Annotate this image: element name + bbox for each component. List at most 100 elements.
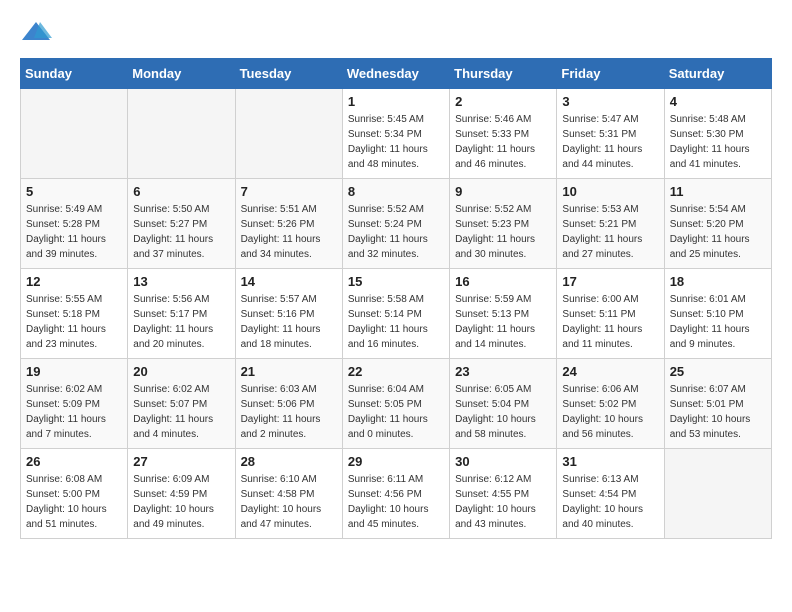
day-number: 17 bbox=[562, 274, 658, 289]
day-number: 10 bbox=[562, 184, 658, 199]
day-number: 25 bbox=[670, 364, 766, 379]
day-info: Sunrise: 6:01 AM Sunset: 5:10 PM Dayligh… bbox=[670, 292, 766, 352]
day-info: Sunrise: 5:46 AM Sunset: 5:33 PM Dayligh… bbox=[455, 112, 551, 172]
day-info: Sunrise: 5:47 AM Sunset: 5:31 PM Dayligh… bbox=[562, 112, 658, 172]
logo-icon bbox=[20, 20, 52, 42]
calendar-week-3: 12 Sunrise: 5:55 AM Sunset: 5:18 PM Dayli… bbox=[21, 269, 772, 359]
day-number: 26 bbox=[26, 454, 122, 469]
weekday-header-friday: Friday bbox=[557, 59, 664, 89]
day-info: Sunrise: 6:09 AM Sunset: 4:59 PM Dayligh… bbox=[133, 472, 229, 532]
calendar-cell bbox=[128, 89, 235, 179]
day-info: Sunrise: 5:50 AM Sunset: 5:27 PM Dayligh… bbox=[133, 202, 229, 262]
calendar-cell: 22 Sunrise: 6:04 AM Sunset: 5:05 PM Dayli… bbox=[342, 359, 449, 449]
day-number: 12 bbox=[26, 274, 122, 289]
day-number: 22 bbox=[348, 364, 444, 379]
calendar-cell: 23 Sunrise: 6:05 AM Sunset: 5:04 PM Dayli… bbox=[450, 359, 557, 449]
calendar-cell: 15 Sunrise: 5:58 AM Sunset: 5:14 PM Dayli… bbox=[342, 269, 449, 359]
weekday-header-thursday: Thursday bbox=[450, 59, 557, 89]
day-info: Sunrise: 5:57 AM Sunset: 5:16 PM Dayligh… bbox=[241, 292, 337, 352]
day-info: Sunrise: 6:04 AM Sunset: 5:05 PM Dayligh… bbox=[348, 382, 444, 442]
day-number: 1 bbox=[348, 94, 444, 109]
calendar-cell bbox=[21, 89, 128, 179]
day-number: 13 bbox=[133, 274, 229, 289]
calendar-cell: 13 Sunrise: 5:56 AM Sunset: 5:17 PM Dayli… bbox=[128, 269, 235, 359]
logo bbox=[20, 20, 56, 42]
calendar-cell: 2 Sunrise: 5:46 AM Sunset: 5:33 PM Daylig… bbox=[450, 89, 557, 179]
day-info: Sunrise: 5:58 AM Sunset: 5:14 PM Dayligh… bbox=[348, 292, 444, 352]
calendar-week-5: 26 Sunrise: 6:08 AM Sunset: 5:00 PM Dayli… bbox=[21, 449, 772, 539]
day-info: Sunrise: 5:56 AM Sunset: 5:17 PM Dayligh… bbox=[133, 292, 229, 352]
weekday-header-wednesday: Wednesday bbox=[342, 59, 449, 89]
weekday-header-saturday: Saturday bbox=[664, 59, 771, 89]
weekday-header-sunday: Sunday bbox=[21, 59, 128, 89]
day-number: 6 bbox=[133, 184, 229, 199]
day-info: Sunrise: 5:54 AM Sunset: 5:20 PM Dayligh… bbox=[670, 202, 766, 262]
weekday-header-monday: Monday bbox=[128, 59, 235, 89]
calendar-cell: 19Sunrise: 6:02 AM Sunset: 5:09 PM Dayli… bbox=[21, 359, 128, 449]
day-number: 8 bbox=[348, 184, 444, 199]
calendar-cell: 25 Sunrise: 6:07 AM Sunset: 5:01 PM Dayli… bbox=[664, 359, 771, 449]
day-info: Sunrise: 5:55 AM Sunset: 5:18 PM Dayligh… bbox=[26, 292, 122, 352]
calendar-cell: 10 Sunrise: 5:53 AM Sunset: 5:21 PM Dayli… bbox=[557, 179, 664, 269]
day-number: 27 bbox=[133, 454, 229, 469]
day-number: 29 bbox=[348, 454, 444, 469]
day-info: Sunrise: 5:52 AM Sunset: 5:23 PM Dayligh… bbox=[455, 202, 551, 262]
day-number: 15 bbox=[348, 274, 444, 289]
day-number: 2 bbox=[455, 94, 551, 109]
day-info: Sunrise: 6:07 AM Sunset: 5:01 PM Dayligh… bbox=[670, 382, 766, 442]
calendar-cell: 31 Sunrise: 6:13 AM Sunset: 4:54 PM Dayli… bbox=[557, 449, 664, 539]
day-info: Sunrise: 5:49 AM Sunset: 5:28 PM Dayligh… bbox=[26, 202, 122, 262]
day-number: 14 bbox=[241, 274, 337, 289]
day-number: 23 bbox=[455, 364, 551, 379]
day-info: Sunrise: 6:05 AM Sunset: 5:04 PM Dayligh… bbox=[455, 382, 551, 442]
day-number: 11 bbox=[670, 184, 766, 199]
day-number: 30 bbox=[455, 454, 551, 469]
day-number: 18 bbox=[670, 274, 766, 289]
calendar-cell: 7Sunrise: 5:51 AM Sunset: 5:26 PM Daylig… bbox=[235, 179, 342, 269]
day-number: 24 bbox=[562, 364, 658, 379]
calendar-table: SundayMondayTuesdayWednesdayThursdayFrid… bbox=[20, 58, 772, 539]
day-number: 31 bbox=[562, 454, 658, 469]
day-info: Sunrise: 5:53 AM Sunset: 5:21 PM Dayligh… bbox=[562, 202, 658, 262]
day-info: Sunrise: 6:02 AM Sunset: 5:07 PM Dayligh… bbox=[133, 382, 229, 442]
day-info: Sunrise: 6:10 AM Sunset: 4:58 PM Dayligh… bbox=[241, 472, 337, 532]
calendar-cell: 4Sunrise: 5:48 AM Sunset: 5:30 PM Daylig… bbox=[664, 89, 771, 179]
day-info: Sunrise: 6:03 AM Sunset: 5:06 PM Dayligh… bbox=[241, 382, 337, 442]
calendar-cell: 8 Sunrise: 5:52 AM Sunset: 5:24 PM Daylig… bbox=[342, 179, 449, 269]
calendar-cell: 28 Sunrise: 6:10 AM Sunset: 4:58 PM Dayli… bbox=[235, 449, 342, 539]
calendar-cell: 21 Sunrise: 6:03 AM Sunset: 5:06 PM Dayli… bbox=[235, 359, 342, 449]
day-number: 20 bbox=[133, 364, 229, 379]
day-number: 3 bbox=[562, 94, 658, 109]
day-info: Sunrise: 6:12 AM Sunset: 4:55 PM Dayligh… bbox=[455, 472, 551, 532]
day-info: Sunrise: 6:08 AM Sunset: 5:00 PM Dayligh… bbox=[26, 472, 122, 532]
day-number: 5 bbox=[26, 184, 122, 199]
day-number: 16 bbox=[455, 274, 551, 289]
day-info: Sunrise: 6:00 AM Sunset: 5:11 PM Dayligh… bbox=[562, 292, 658, 352]
calendar-cell: 30 Sunrise: 6:12 AM Sunset: 4:55 PM Dayli… bbox=[450, 449, 557, 539]
calendar-week-2: 5 Sunrise: 5:49 AM Sunset: 5:28 PM Daylig… bbox=[21, 179, 772, 269]
calendar-cell: 20 Sunrise: 6:02 AM Sunset: 5:07 PM Dayli… bbox=[128, 359, 235, 449]
calendar-cell: 12 Sunrise: 5:55 AM Sunset: 5:18 PM Dayli… bbox=[21, 269, 128, 359]
calendar-cell: 24 Sunrise: 6:06 AM Sunset: 5:02 PM Dayli… bbox=[557, 359, 664, 449]
day-info: Sunrise: 5:59 AM Sunset: 5:13 PM Dayligh… bbox=[455, 292, 551, 352]
day-info: Sunrise: 5:45 AM Sunset: 5:34 PM Dayligh… bbox=[348, 112, 444, 172]
calendar-cell: 6 Sunrise: 5:50 AM Sunset: 5:27 PM Daylig… bbox=[128, 179, 235, 269]
day-number: 28 bbox=[241, 454, 337, 469]
calendar-cell: 11 Sunrise: 5:54 AM Sunset: 5:20 PM Dayli… bbox=[664, 179, 771, 269]
calendar-header: SundayMondayTuesdayWednesdayThursdayFrid… bbox=[21, 59, 772, 89]
day-info: Sunrise: 6:02 AM Sunset: 5:09 PM Dayligh… bbox=[26, 382, 122, 442]
calendar-cell: 3 Sunrise: 5:47 AM Sunset: 5:31 PM Daylig… bbox=[557, 89, 664, 179]
calendar-cell bbox=[235, 89, 342, 179]
day-info: Sunrise: 6:06 AM Sunset: 5:02 PM Dayligh… bbox=[562, 382, 658, 442]
day-number: 21 bbox=[241, 364, 337, 379]
day-info: Sunrise: 5:52 AM Sunset: 5:24 PM Dayligh… bbox=[348, 202, 444, 262]
day-info: Sunrise: 6:13 AM Sunset: 4:54 PM Dayligh… bbox=[562, 472, 658, 532]
calendar-cell: 1 Sunrise: 5:45 AM Sunset: 5:34 PM Daylig… bbox=[342, 89, 449, 179]
calendar-cell: 17 Sunrise: 6:00 AM Sunset: 5:11 PM Dayli… bbox=[557, 269, 664, 359]
calendar-cell: 9Sunrise: 5:52 AM Sunset: 5:23 PM Daylig… bbox=[450, 179, 557, 269]
calendar-cell: 14 Sunrise: 5:57 AM Sunset: 5:16 PM Dayli… bbox=[235, 269, 342, 359]
day-info: Sunrise: 6:11 AM Sunset: 4:56 PM Dayligh… bbox=[348, 472, 444, 532]
day-info: Sunrise: 5:48 AM Sunset: 5:30 PM Dayligh… bbox=[670, 112, 766, 172]
calendar-cell bbox=[664, 449, 771, 539]
calendar-cell: 27 Sunrise: 6:09 AM Sunset: 4:59 PM Dayli… bbox=[128, 449, 235, 539]
